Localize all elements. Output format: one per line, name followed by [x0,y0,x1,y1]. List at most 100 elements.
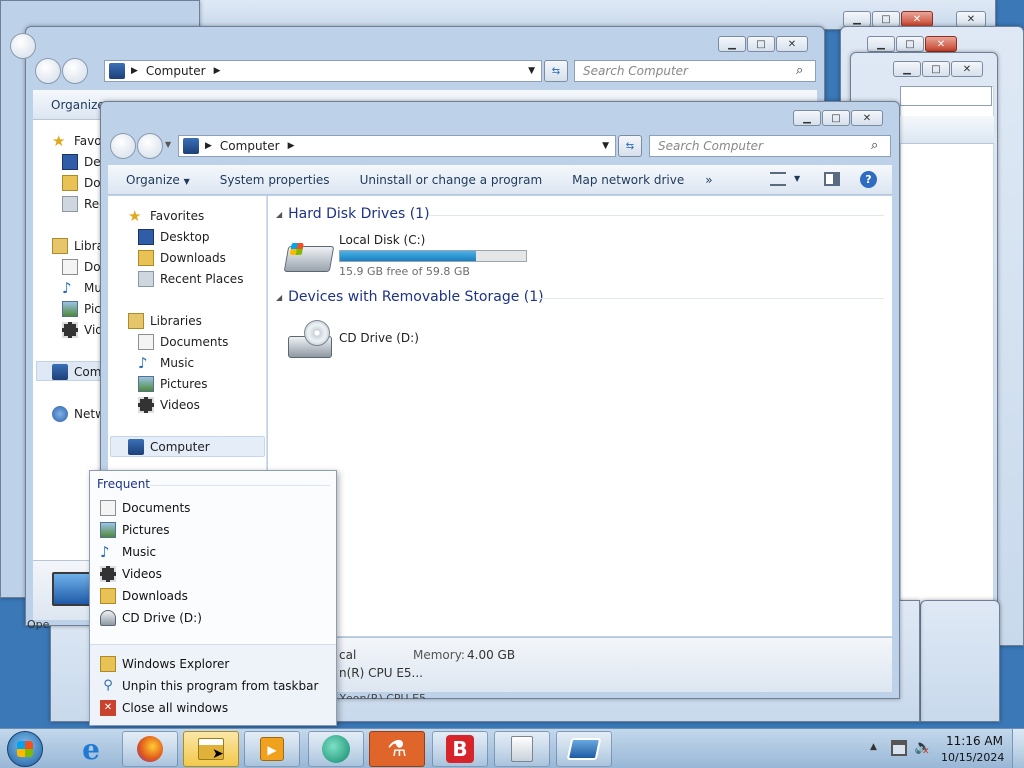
maximize-button[interactable]: □ [922,61,950,77]
jump-list-item-downloads[interactable]: Downloads [100,588,188,604]
nav-item-music[interactable]: ♪ Music [138,355,194,371]
preview-pane-icon[interactable] [824,172,840,186]
documents-icon [138,334,154,350]
nav-item-pictures[interactable]: Pictures [138,376,208,392]
jump-list-item-music[interactable]: ♪ Music [100,544,156,560]
taskbar-app-green[interactable] [308,731,364,767]
refresh-button[interactable]: ⇆ [544,60,568,82]
jump-list-item-documents[interactable]: Documents [100,500,190,516]
clock-date[interactable]: 10/15/2024 [941,751,1004,764]
taskbar-media-player[interactable]: ▶ [244,731,300,767]
back-button[interactable] [110,133,136,159]
search-icon[interactable]: ⌕ [796,63,803,78]
nav-item-computer[interactable]: Com [52,364,101,380]
jump-list-item-label: Downloads [122,589,188,603]
maximize-button[interactable]: □ [896,36,924,52]
uninstall-program-button[interactable]: Uninstall or change a program [345,173,558,187]
nav-item-videos[interactable]: Videos [138,397,200,413]
disk-image-icon [511,736,533,762]
show-hidden-icons-button[interactable]: ▲ [870,742,877,752]
desktop-icon [138,229,154,245]
maximize-button[interactable]: □ [747,36,775,52]
minimize-button[interactable]: ▁ [843,11,871,27]
taskbar-ie[interactable]: e [66,731,116,767]
nav-item-favorites[interactable]: ★ Favorites [128,208,204,224]
computer-icon [128,439,144,455]
start-button[interactable] [7,731,43,767]
chevron-down-icon[interactable]: ▼ [602,141,609,151]
back-button[interactable] [35,58,61,84]
nav-item-favorites[interactable]: ★ Favo [52,133,102,149]
views-icon[interactable] [770,172,786,186]
jump-list-task-unpin[interactable]: ⚲ Unpin this program from taskbar [100,678,318,694]
help-icon[interactable]: ? [860,171,877,188]
flask-icon: ⚗ [387,736,407,762]
clock-time[interactable]: 11:16 AM [946,734,1003,748]
nav-item-recent-places[interactable]: Recent Places [138,271,243,287]
downloads-folder-icon [138,250,154,266]
more-commands-button[interactable]: » [699,173,718,187]
back-button[interactable] [10,33,36,59]
nav-item-network[interactable]: Netw [52,406,105,422]
nav-item-videos[interactable]: Vid [62,322,103,338]
system-properties-button[interactable]: System properties [205,173,345,187]
forward-button[interactable] [137,133,163,159]
maximize-button[interactable]: □ [872,11,900,27]
search-input-back[interactable] [900,86,992,106]
libraries-icon [128,313,144,329]
nav-item-computer[interactable]: Computer [128,439,210,455]
maximize-button[interactable]: □ [822,110,850,126]
close-button[interactable]: ✕ [776,36,808,52]
nav-item-libraries[interactable]: Libra [52,238,104,254]
close-button[interactable]: ✕ [925,36,957,52]
show-desktop-button[interactable] [1012,729,1024,768]
minimize-button[interactable]: ▁ [718,36,746,52]
jump-list-item-cd-drive[interactable]: CD Drive (D:) [100,610,202,626]
minimize-button[interactable]: ▁ [867,36,895,52]
close-button[interactable]: ✕ [851,110,883,126]
address-bar-back[interactable]: ▶ Computer ▶ ▼ [104,60,542,82]
network-tray-icon[interactable] [891,740,907,756]
taskbar-app-disk[interactable] [494,731,550,767]
chevron-right-icon: ▶ [287,141,295,151]
search-input-back[interactable]: Search Computer [574,60,816,82]
refresh-button[interactable]: ⇆ [618,135,642,157]
drive-item-c[interactable]: Local Disk (C:) 15.9 GB free of 59.8 GB [283,230,544,280]
close-button[interactable]: ✕ [951,61,983,77]
close-button[interactable]: ✕ [901,11,933,27]
map-network-drive-button[interactable]: Map network drive [557,173,699,187]
group-divider [535,298,884,299]
recent-pages-dropdown-icon[interactable]: ▼ [165,140,171,149]
chevron-down-icon[interactable]: ▼ [794,174,800,183]
chevron-down-icon[interactable]: ▼ [528,66,535,76]
jump-list-item-videos[interactable]: Videos [100,566,162,582]
nav-item-desktop[interactable]: Desktop [138,229,210,245]
minimize-button[interactable]: ▁ [793,110,821,126]
nav-item-libraries[interactable]: Libraries [128,313,202,329]
search-icon[interactable]: ⌕ [871,138,878,153]
taskbar-app-b[interactable]: B [432,731,488,767]
nav-item-documents[interactable]: Documents [138,334,228,350]
address-bar[interactable]: ▶ Computer ▶ ▼ [178,135,616,157]
jump-list-task-windows-explorer[interactable]: Windows Explorer [100,656,229,672]
jump-list-item-pictures[interactable]: Pictures [100,522,170,538]
chevron-down-icon: ▼ [183,176,190,186]
back-footer-text: Ope [27,618,50,631]
nav-item-pictures[interactable]: Pic [62,301,101,317]
nav-item-downloads[interactable]: Downloads [138,250,226,266]
close-button[interactable]: ✕ [956,11,986,27]
organize-menu[interactable]: Organize ▼ [108,173,205,187]
minimize-button[interactable]: ▁ [893,61,921,77]
taskbar-app-flask[interactable]: ⚗ [369,731,425,767]
group-header-hard-disks[interactable]: ◢ Hard Disk Drives (1) [276,206,430,222]
nav-item-music[interactable]: ♪ Mu [62,280,102,296]
taskbar-firefox[interactable] [122,731,178,767]
taskbar-windows-explorer[interactable]: ➤ [183,731,239,767]
app-bubble-icon [322,735,350,763]
group-header-removable[interactable]: ◢ Devices with Removable Storage (1) [276,289,544,305]
jump-list-task-close-all[interactable]: ✕ Close all windows [100,700,228,716]
forward-button[interactable] [62,58,88,84]
drive-item-d[interactable]: CD Drive (D:) [284,318,484,364]
search-input[interactable]: Search Computer [649,135,891,157]
taskbar-app-window[interactable] [556,731,612,767]
